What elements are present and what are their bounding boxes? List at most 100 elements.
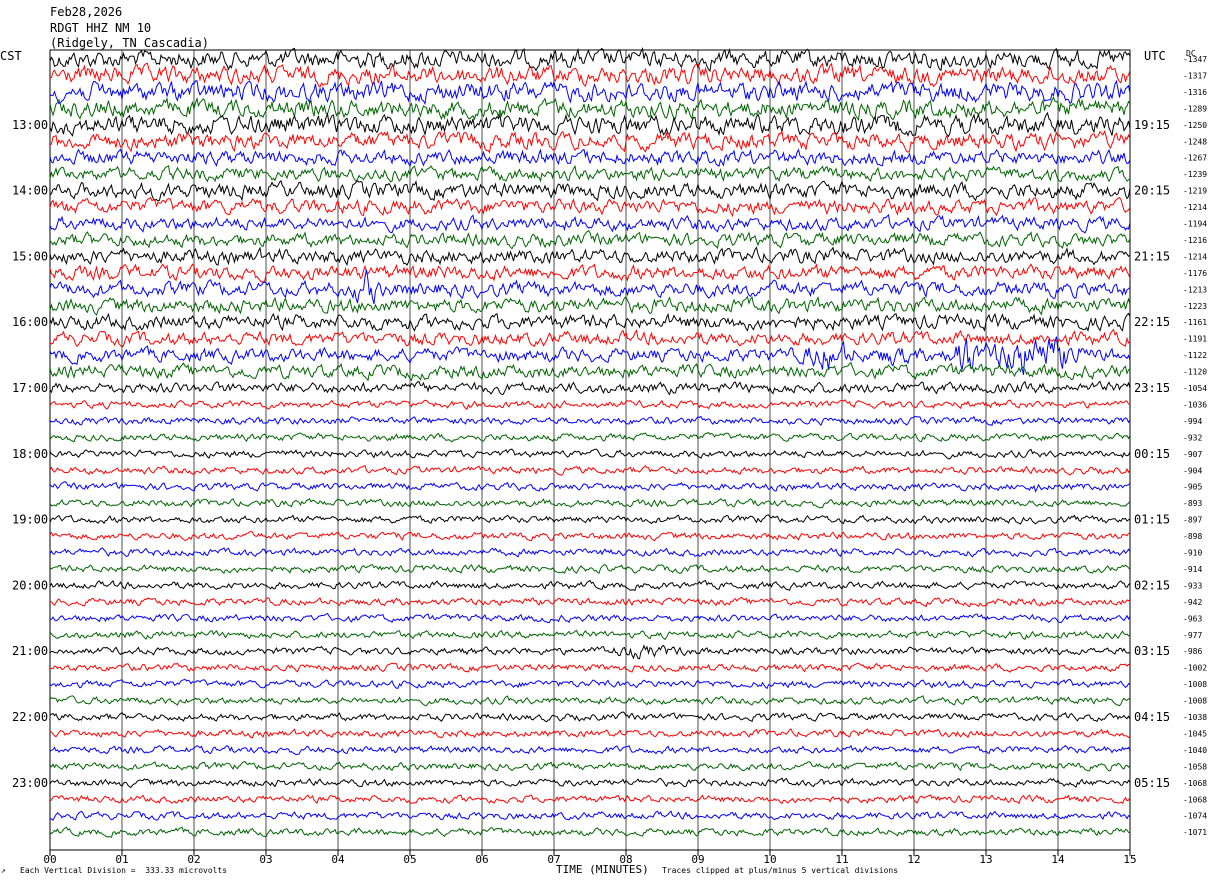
dc-offset-label: -1036 [1183, 400, 1207, 409]
helicorder-plot: 00 01 02 03 04 05 06 07 08 09 10 11 12 13 14 15-1347-13… [12, 47, 1207, 866]
seismic-trace [49, 96, 1131, 122]
seismic-trace [49, 380, 1131, 396]
left-hour-label: 21:00 [12, 644, 48, 658]
seismic-trace [49, 295, 1131, 316]
x-tick-label: 04 [331, 853, 345, 866]
dc-offset-label: -1002 [1183, 664, 1207, 673]
seismic-trace [49, 263, 1131, 283]
dc-offset-label: -977 [1183, 631, 1202, 640]
x-axis-title: TIME (MINUTES) [556, 863, 649, 876]
dc-offset-label: -1223 [1183, 302, 1207, 311]
x-tick-label: 15 [1123, 853, 1136, 866]
left-hour-label: 13:00 [12, 118, 48, 132]
seismic-trace [49, 448, 1131, 460]
seismic-trace [49, 47, 1131, 73]
seismic-trace [49, 826, 1131, 838]
seismic-trace [49, 328, 1131, 348]
clip-note: Traces clipped at plus/minus 5 vertical … [662, 866, 899, 875]
seismic-trace [49, 695, 1131, 707]
seismic-trace [49, 514, 1131, 525]
seismic-trace [49, 810, 1131, 821]
right-hour-label: 21:15 [1134, 249, 1170, 263]
dc-offset-label: -905 [1183, 483, 1202, 492]
dc-offset-label: -1074 [1183, 812, 1207, 821]
dc-offset-label: -986 [1183, 647, 1202, 656]
seismic-trace [49, 530, 1131, 542]
seismic-trace [49, 777, 1131, 789]
seismic-trace [49, 464, 1131, 477]
left-hour-label: 19:00 [12, 513, 48, 527]
dc-offset-label: -1216 [1183, 236, 1207, 245]
x-tick-label: 03 [259, 853, 272, 866]
seismic-trace [49, 497, 1131, 509]
dc-offset-label: -1040 [1183, 746, 1207, 755]
dc-offset-label: -1214 [1183, 252, 1207, 261]
seismic-trace [49, 711, 1131, 723]
seismic-trace [49, 269, 1131, 305]
dc-offset-label: -1120 [1183, 368, 1207, 377]
dc-offset-label: -1122 [1183, 351, 1207, 360]
dc-offset-label: -1045 [1183, 729, 1207, 738]
right-hour-label: 01:15 [1134, 513, 1170, 527]
x-tick-label: 01 [115, 853, 128, 866]
dc-offset-label: -1054 [1183, 384, 1207, 393]
dc-offset-label: -1289 [1183, 104, 1207, 113]
dc-offset-label: -1008 [1183, 697, 1207, 706]
seismic-trace [49, 678, 1131, 690]
left-hour-label: 17:00 [12, 381, 48, 395]
seismic-trace [50, 612, 1131, 624]
dc-offset-label: -1239 [1183, 170, 1207, 179]
seismic-trace [49, 579, 1131, 592]
seismic-trace [49, 744, 1131, 756]
seismic-trace [49, 179, 1131, 202]
seismic-trace [49, 481, 1131, 493]
seismic-trace [49, 246, 1131, 266]
x-tick-label: 14 [1051, 853, 1065, 866]
dc-offset-label: -1191 [1183, 335, 1207, 344]
dc-offset-label: -904 [1183, 466, 1202, 475]
seismic-trace [49, 312, 1131, 332]
right-hour-label: 22:15 [1134, 315, 1170, 329]
x-tick-label: 11 [835, 853, 848, 866]
seismic-trace [49, 111, 1131, 138]
x-tick-label: 13 [979, 853, 992, 866]
left-hour-label: 14:00 [12, 184, 48, 198]
x-tick-label: 09 [691, 853, 704, 866]
right-hour-label: 02:15 [1134, 578, 1170, 592]
seismic-trace [49, 148, 1131, 168]
seismic-trace [49, 728, 1131, 739]
seismic-trace [49, 644, 1131, 660]
dc-offset-label: -963 [1183, 614, 1202, 623]
right-hour-label: 20:15 [1134, 184, 1170, 198]
seismic-trace [49, 761, 1131, 772]
dc-offset-label: -898 [1183, 532, 1202, 541]
dc-offset-label: -1317 [1183, 71, 1207, 80]
left-hour-label: 23:00 [12, 776, 48, 790]
seismic-trace [49, 129, 1131, 154]
dc-offset-label: -1250 [1183, 121, 1207, 130]
x-tick-label: 00 [43, 853, 56, 866]
dc-offset-label: -942 [1183, 598, 1202, 607]
dc-offset-label: -1267 [1183, 154, 1207, 163]
dc-offset-label: -1068 [1183, 779, 1207, 788]
dc-offset-label: -1214 [1183, 203, 1207, 212]
x-tick-label: 10 [763, 853, 776, 866]
left-hour-label: 22:00 [12, 710, 48, 724]
scale-note: Each Vertical Division = 333.33 microvol… [20, 866, 228, 875]
dc-offset-label: -1219 [1183, 187, 1207, 196]
dc-offset-label: -1213 [1183, 285, 1207, 294]
dc-offset-label: -1347 [1183, 55, 1207, 64]
dc-offset-label: -1058 [1183, 762, 1207, 771]
seismic-trace [49, 164, 1131, 183]
dc-offset-label: -897 [1183, 516, 1202, 525]
dc-offset-label: -1316 [1183, 88, 1207, 97]
right-hour-label: 03:15 [1134, 644, 1170, 658]
seismic-trace [49, 229, 1131, 250]
seismic-trace [49, 794, 1131, 805]
seismic-trace [49, 596, 1131, 608]
left-hour-label: 15:00 [12, 249, 48, 263]
seismic-trace [49, 563, 1131, 574]
seismic-trace [49, 629, 1131, 641]
dc-offset-label: -1008 [1183, 680, 1207, 689]
dc-offset-label: -1176 [1183, 269, 1207, 278]
